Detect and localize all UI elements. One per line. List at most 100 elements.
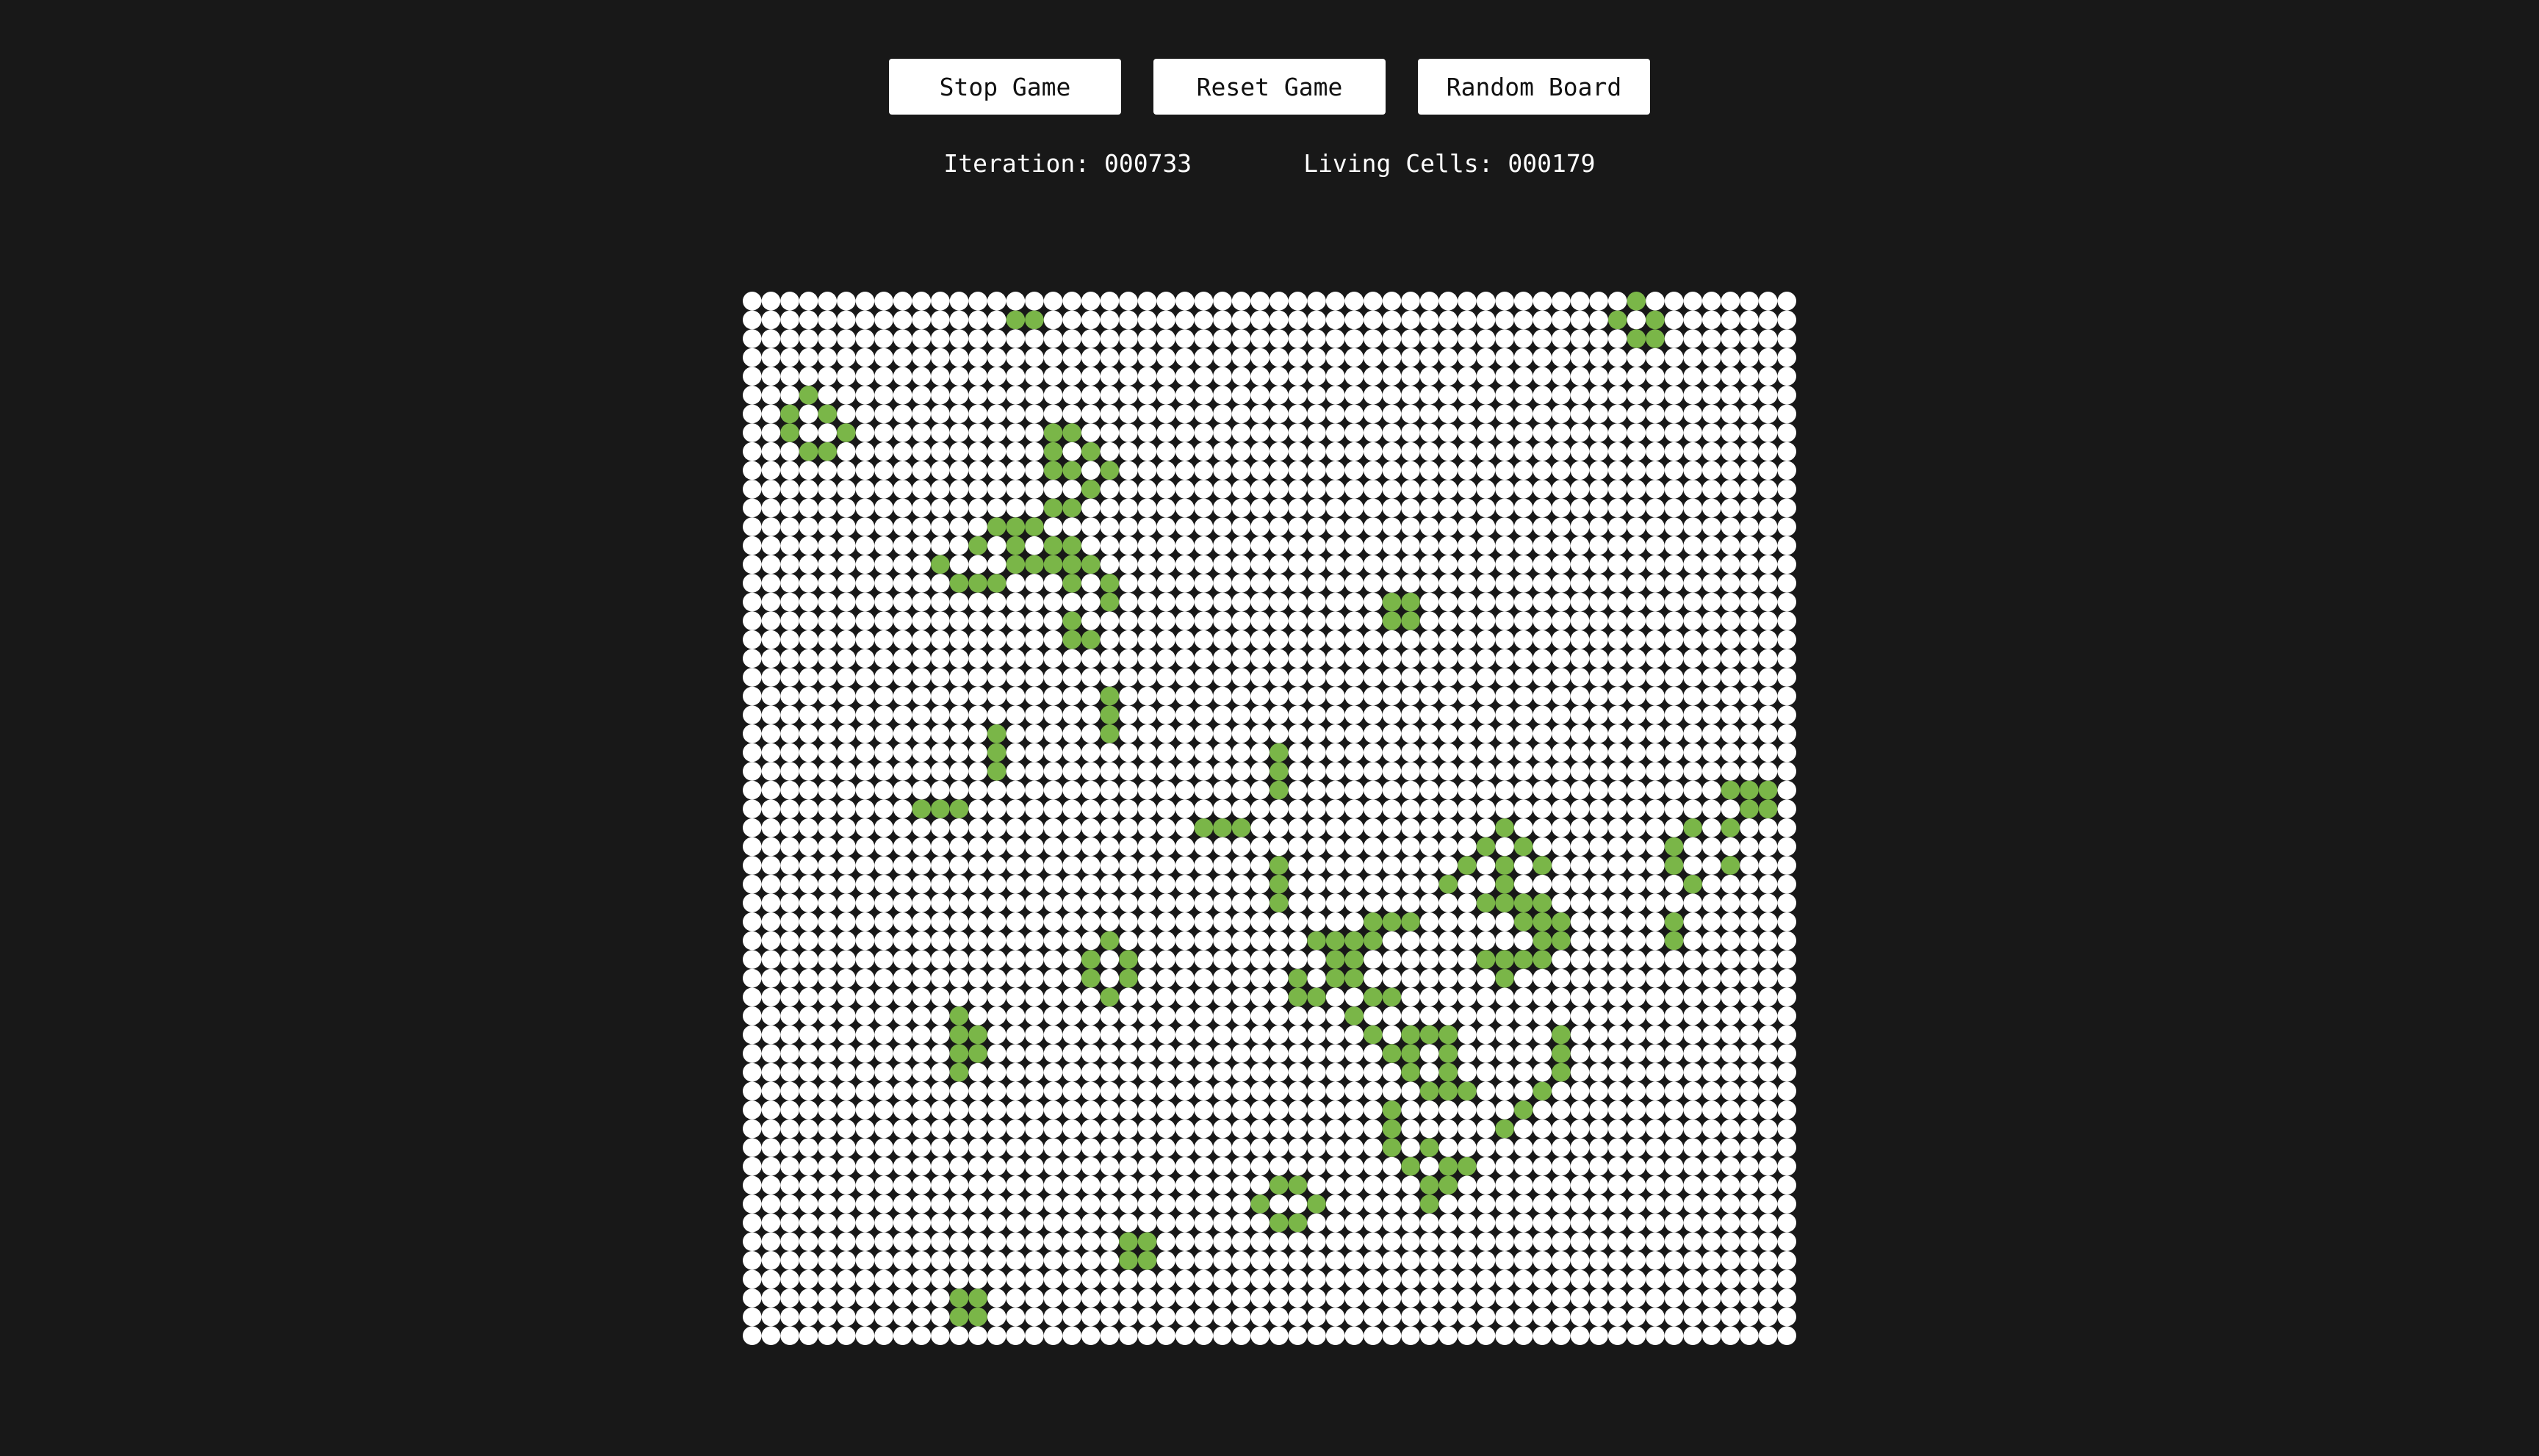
cell-dead[interactable] — [1100, 780, 1120, 800]
cell-dead[interactable] — [1382, 386, 1402, 405]
cell-dead[interactable] — [1627, 762, 1646, 781]
cell-dead[interactable] — [1137, 310, 1157, 330]
cell-dead[interactable] — [1495, 611, 1514, 630]
cell-dead[interactable] — [1175, 893, 1195, 913]
cell-dead[interactable] — [1175, 1006, 1195, 1026]
cell-dead[interactable] — [1721, 404, 1740, 424]
cell-dead[interactable] — [780, 856, 799, 875]
cell-dead[interactable] — [1701, 649, 1721, 668]
cell-dead[interactable] — [1758, 555, 1778, 574]
cell-dead[interactable] — [1270, 404, 1289, 424]
cell-dead[interactable] — [1627, 1213, 1646, 1233]
cell-dead[interactable] — [1175, 461, 1195, 480]
cell-dead[interactable] — [1740, 1025, 1759, 1045]
cell-dead[interactable] — [893, 423, 912, 442]
cell-dead[interactable] — [1344, 818, 1364, 837]
cell-dead[interactable] — [1401, 480, 1420, 499]
cell-dead[interactable] — [1156, 310, 1175, 330]
cell-dead[interactable] — [1683, 347, 1702, 367]
cell-dead[interactable] — [1458, 818, 1477, 837]
cell-dead[interactable] — [1533, 649, 1552, 668]
cell-dead[interactable] — [1364, 347, 1383, 367]
cell-alive[interactable] — [1458, 1081, 1477, 1101]
cell-dead[interactable] — [912, 1100, 932, 1120]
cell-dead[interactable] — [1213, 498, 1232, 518]
cell-dead[interactable] — [1231, 1025, 1251, 1045]
cell-dead[interactable] — [1043, 668, 1063, 687]
cell-dead[interactable] — [1607, 442, 1627, 461]
cell-dead[interactable] — [1137, 968, 1157, 988]
cell-dead[interactable] — [949, 611, 969, 630]
cell-dead[interactable] — [912, 1194, 932, 1214]
cell-dead[interactable] — [1513, 743, 1533, 763]
cell-dead[interactable] — [1458, 837, 1477, 857]
cell-dead[interactable] — [912, 442, 932, 461]
cell-dead[interactable] — [1513, 498, 1533, 518]
cell-dead[interactable] — [1401, 743, 1420, 763]
cell-dead[interactable] — [1382, 1250, 1402, 1270]
cell-dead[interactable] — [912, 1232, 932, 1251]
cell-dead[interactable] — [1646, 968, 1665, 988]
cell-dead[interactable] — [1270, 668, 1289, 687]
cell-dead[interactable] — [1325, 893, 1345, 913]
cell-dead[interactable] — [1419, 386, 1439, 405]
cell-dead[interactable] — [1231, 649, 1251, 668]
cell-dead[interactable] — [1382, 1289, 1402, 1308]
cell-dead[interactable] — [1513, 1213, 1533, 1233]
cell-dead[interactable] — [818, 480, 838, 499]
cell-dead[interactable] — [743, 292, 762, 311]
cell-dead[interactable] — [1081, 1081, 1101, 1101]
cell-dead[interactable] — [893, 404, 912, 424]
cell-alive[interactable] — [1382, 987, 1402, 1007]
cell-dead[interactable] — [1364, 1289, 1383, 1308]
cell-dead[interactable] — [1701, 592, 1721, 612]
cell-dead[interactable] — [874, 1175, 893, 1195]
cell-dead[interactable] — [1419, 536, 1439, 555]
cell-dead[interactable] — [1533, 1044, 1552, 1063]
cell-dead[interactable] — [1043, 1100, 1063, 1120]
cell-dead[interactable] — [1683, 1307, 1702, 1327]
cell-dead[interactable] — [1758, 818, 1778, 837]
cell-dead[interactable] — [949, 780, 969, 800]
cell-dead[interactable] — [1401, 1289, 1420, 1308]
cell-dead[interactable] — [1758, 592, 1778, 612]
cell-dead[interactable] — [1419, 874, 1439, 894]
cell-dead[interactable] — [1119, 1044, 1138, 1063]
cell-dead[interactable] — [949, 498, 969, 518]
cell-dead[interactable] — [1006, 668, 1026, 687]
cell-dead[interactable] — [931, 574, 950, 593]
cell-dead[interactable] — [949, 480, 969, 499]
cell-dead[interactable] — [1364, 837, 1383, 857]
cell-dead[interactable] — [874, 931, 893, 951]
cell-dead[interactable] — [1777, 1100, 1796, 1120]
cell-dead[interactable] — [1288, 1081, 1308, 1101]
cell-dead[interactable] — [837, 1119, 856, 1139]
cell-dead[interactable] — [912, 968, 932, 988]
cell-dead[interactable] — [1533, 724, 1552, 743]
cell-dead[interactable] — [1458, 724, 1477, 743]
cell-alive[interactable] — [1533, 931, 1552, 951]
cell-dead[interactable] — [837, 442, 856, 461]
cell-dead[interactable] — [912, 329, 932, 348]
cell-dead[interactable] — [743, 1062, 762, 1082]
cell-dead[interactable] — [818, 1250, 838, 1270]
cell-dead[interactable] — [1777, 1081, 1796, 1101]
cell-dead[interactable] — [1043, 705, 1063, 724]
cell-dead[interactable] — [1062, 799, 1081, 818]
cell-dead[interactable] — [987, 310, 1006, 330]
cell-dead[interactable] — [1270, 555, 1289, 574]
cell-dead[interactable] — [1194, 1062, 1214, 1082]
cell-dead[interactable] — [968, 555, 987, 574]
cell-dead[interactable] — [1213, 1326, 1232, 1345]
cell-dead[interactable] — [1307, 329, 1326, 348]
cell-dead[interactable] — [1495, 1289, 1514, 1308]
cell-dead[interactable] — [1664, 649, 1684, 668]
cell-dead[interactable] — [1137, 574, 1157, 593]
cell-dead[interactable] — [1552, 1194, 1571, 1214]
cell-dead[interactable] — [1175, 555, 1195, 574]
cell-dead[interactable] — [1419, 668, 1439, 687]
cell-dead[interactable] — [1458, 498, 1477, 518]
cell-dead[interactable] — [1513, 649, 1533, 668]
cell-dead[interactable] — [1495, 1307, 1514, 1327]
cell-dead[interactable] — [1137, 347, 1157, 367]
